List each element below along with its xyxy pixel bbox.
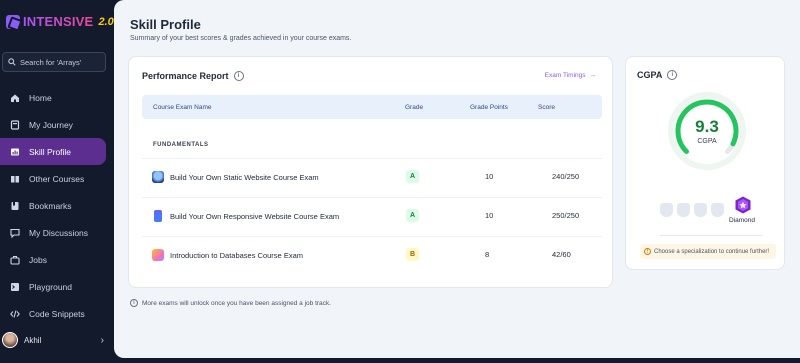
score: 42/60 xyxy=(552,250,571,259)
cgpa-value: 9.3 xyxy=(695,117,719,136)
arrow-right-icon: → xyxy=(589,72,597,79)
specialization-hint-text: Choose a specialization to continue furt… xyxy=(654,248,770,255)
sidebar-item-label: Home xyxy=(29,92,52,103)
grade-points: 10 xyxy=(485,172,494,181)
skill-profile-icon xyxy=(11,148,19,155)
grade-badge: A xyxy=(406,209,419,222)
exam-name-cell: Build Your Own Static Website Course Exa… xyxy=(152,171,319,183)
score: 250/250 xyxy=(552,211,580,220)
home-icon xyxy=(11,94,19,102)
sidebar: INTENSIVE 2.0 Search for 'Arrays' Home M… xyxy=(0,0,114,363)
grade-points: 10 xyxy=(485,211,494,220)
sidebar-item-bookmarks[interactable]: Bookmarks xyxy=(0,192,114,219)
sidebar-item-label: My Discussions xyxy=(29,227,89,238)
column-header-grade-points: Grade Points xyxy=(470,104,508,111)
sidebar-item-code-snippets[interactable]: Code Snippets xyxy=(0,300,114,327)
cgpa-heading: CGPA xyxy=(637,70,663,80)
info-icon[interactable]: i xyxy=(667,70,678,80)
sidebar-item-label: Skill Profile xyxy=(29,146,72,157)
sidebar-item-label: Playground xyxy=(29,281,73,292)
user-menu[interactable]: Akhil › xyxy=(0,330,114,350)
chat-icon xyxy=(10,228,20,238)
grade-badge: A xyxy=(406,170,419,183)
cgpa-card: CGPA i 9.3 CGPA Diamond ! Choose a speci… xyxy=(625,56,785,270)
search-icon xyxy=(8,58,16,66)
page-subtitle: Summary of your best scores & grades ach… xyxy=(130,35,352,42)
logo[interactable]: INTENSIVE 2.0 xyxy=(6,14,114,29)
app-window: INTENSIVE 2.0 Search for 'Arrays' Home M… xyxy=(0,0,800,363)
page-title: Skill Profile xyxy=(130,17,201,32)
avatar xyxy=(2,332,18,348)
responsive-website-icon xyxy=(154,210,162,222)
chevron-right-icon: › xyxy=(100,334,104,346)
info-icon: i xyxy=(130,299,138,307)
tier-label: Diamond xyxy=(729,217,756,224)
sidebar-item-label: My Journey xyxy=(29,119,73,130)
unlock-note-text: More exams will unlock once you have bee… xyxy=(142,299,331,307)
exam-name: Build Your Own Responsive Website Course… xyxy=(170,211,340,221)
search-input[interactable]: Search for 'Arrays' xyxy=(2,52,106,72)
column-header-grade: Grade xyxy=(405,104,424,111)
locked-tier-badge-icon xyxy=(694,203,707,217)
diamond-badge-icon xyxy=(735,196,751,214)
user-name: Akhil xyxy=(24,335,42,345)
section-label-fundamentals: FUNDAMENTALS xyxy=(153,142,209,148)
brand-version: 2.0 xyxy=(98,15,114,28)
exam-name: Introduction to Databases Course Exam xyxy=(170,250,303,260)
sidebar-item-label: Bookmarks xyxy=(29,200,72,211)
table-row[interactable]: Build Your Own Responsive Website Course… xyxy=(142,197,602,236)
sidebar-item-label: Jobs xyxy=(29,254,47,265)
specialization-hint: ! Choose a specialization to continue fu… xyxy=(640,244,776,259)
score: 240/250 xyxy=(552,172,580,181)
sidebar-item-skill-profile[interactable]: Skill Profile xyxy=(0,138,106,165)
logo-icon xyxy=(6,14,20,29)
terminal-icon xyxy=(11,282,19,291)
table-row[interactable]: Introduction to Databases Course Exam B … xyxy=(142,236,602,275)
performance-report-title: Performance Report i xyxy=(142,71,244,81)
search-placeholder: Search for 'Arrays' xyxy=(20,57,82,67)
tier-divider xyxy=(660,235,762,236)
sidebar-item-my-discussions[interactable]: My Discussions xyxy=(0,219,114,246)
column-header-name: Course Exam Name xyxy=(153,104,212,111)
sidebar-item-jobs[interactable]: Jobs xyxy=(0,246,114,273)
sidebar-item-other-courses[interactable]: Other Courses xyxy=(0,165,114,192)
briefcase-icon xyxy=(10,255,20,265)
exam-timings-link[interactable]: Exam Timings → xyxy=(545,72,596,79)
sidebar-nav: Home My Journey Skill Profile Other Cour… xyxy=(0,84,114,327)
grade-badge: B xyxy=(406,248,419,261)
locked-tier-badge-icon xyxy=(711,203,724,217)
book-icon xyxy=(11,175,19,182)
cgpa-title: CGPA i xyxy=(637,70,678,80)
journey-icon xyxy=(10,119,20,130)
exam-name-cell: Introduction to Databases Course Exam xyxy=(152,249,303,261)
grade-points: 8 xyxy=(485,250,490,259)
cgpa-label: CGPA xyxy=(697,138,717,145)
performance-report-card: Performance Report i Exam Timings → Cour… xyxy=(128,56,613,288)
info-icon[interactable]: i xyxy=(233,71,244,81)
warning-icon: ! xyxy=(644,248,651,255)
exam-timings-label: Exam Timings xyxy=(544,72,586,79)
sidebar-item-label: Other Courses xyxy=(29,173,85,184)
database-icon xyxy=(152,249,164,261)
table-header: Course Exam Name Grade Grade Points Scor… xyxy=(142,95,602,119)
sidebar-item-my-journey[interactable]: My Journey xyxy=(0,111,114,138)
sidebar-item-label: Code Snippets xyxy=(29,308,85,319)
static-website-icon xyxy=(152,171,164,183)
bookmark-icon xyxy=(11,201,19,210)
exam-name-cell: Build Your Own Responsive Website Course… xyxy=(152,210,339,222)
table-row[interactable]: Build Your Own Static Website Course Exa… xyxy=(142,158,602,197)
code-icon xyxy=(10,309,20,318)
brand-name: INTENSIVE xyxy=(23,14,94,29)
main-content: Skill Profile Summary of your best score… xyxy=(114,0,800,358)
sidebar-item-playground[interactable]: Playground xyxy=(0,273,114,300)
exam-name: Build Your Own Static Website Course Exa… xyxy=(170,172,319,182)
locked-tier-badge-icon xyxy=(677,203,690,217)
performance-report-heading: Performance Report xyxy=(142,71,229,81)
column-header-score: Score xyxy=(538,104,555,111)
unlock-note: i More exams will unlock once you have b… xyxy=(130,299,331,307)
sidebar-item-home[interactable]: Home xyxy=(0,84,114,111)
locked-tier-badge-icon xyxy=(660,203,673,217)
tier-badges xyxy=(660,203,724,217)
